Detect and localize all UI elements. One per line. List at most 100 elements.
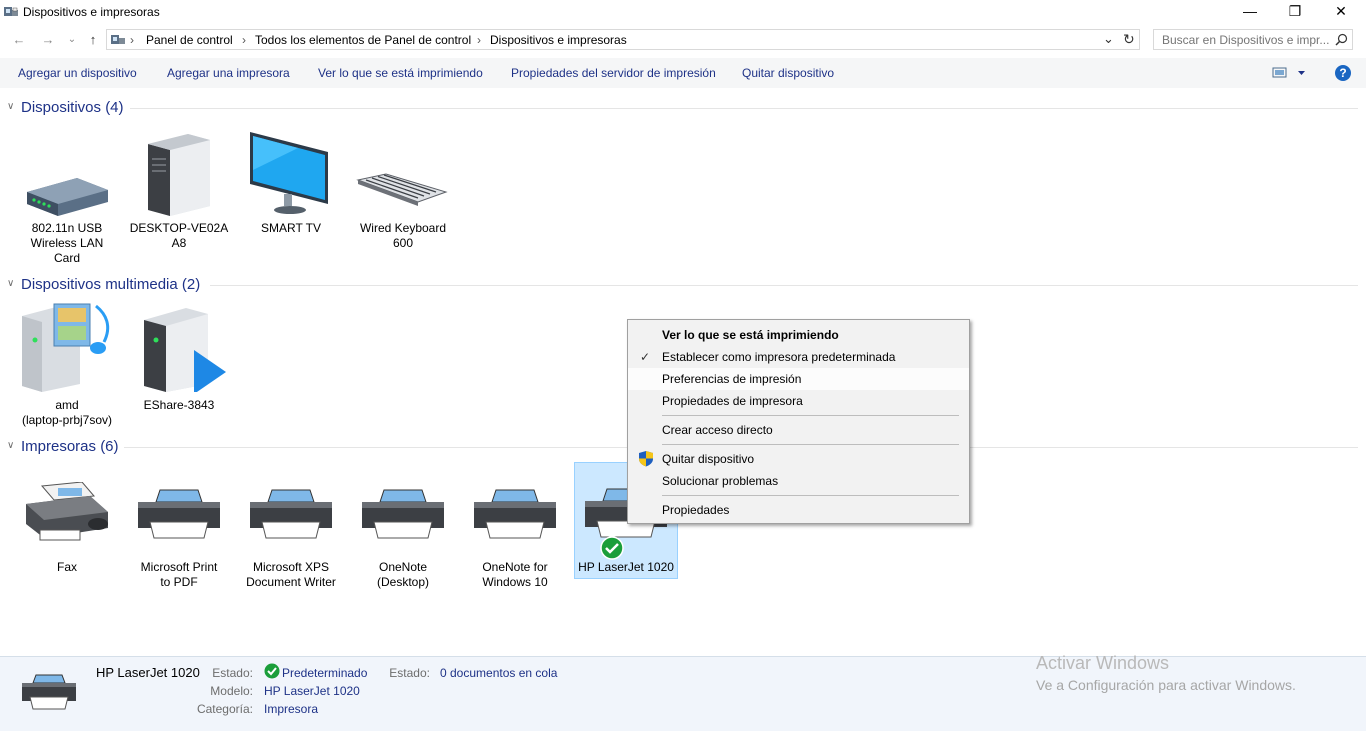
breadcrumb-separator: › [477,33,481,47]
add-printer-button[interactable]: Agregar una impresora [167,66,290,80]
media-tile-eshare[interactable]: EShare-3843 [126,300,232,430]
group-header-printers[interactable]: Impresoras (6) [21,438,119,455]
command-bar: Agregar un dispositivo Agregar una impre… [0,58,1366,88]
breadcrumb-all-items[interactable]: Todos los elementos de Panel de control [255,33,471,47]
address-row: ← → ⌄ ↑ › Panel de control › Todos los e… [0,26,1366,54]
printer-label: to PDF [160,575,198,589]
default-check-icon [264,663,280,679]
breadcrumb-separator: › [242,33,246,47]
breadcrumb-devices-printers[interactable]: Dispositivos e impresoras [490,33,627,47]
device-label: 600 [392,236,414,250]
device-label: Wired Keyboard [359,221,447,235]
device-tile-keyboard[interactable]: Wired Keyboard 600 [350,128,456,268]
device-label: A8 [171,236,187,250]
menu-item-see-printing[interactable]: Ver lo que se está imprimiendo [628,324,969,346]
fax-icon [26,482,108,541]
menu-item-troubleshoot[interactable]: Solucionar problemas [628,470,969,492]
details-category-value: Impresora [264,702,319,716]
details-model-label: Modelo: [210,684,253,698]
menu-item-properties[interactable]: Propiedades [628,499,969,521]
menu-item-printer-properties[interactable]: Propiedades de impresora [628,390,969,412]
printer-tile-fax[interactable]: Fax [14,462,120,586]
menu-separator [662,495,959,496]
menu-item-label: Propiedades de impresora [662,394,803,408]
checkmark-icon: ✓ [640,350,651,364]
details-model-value: HP LaserJet 1020 [264,684,360,698]
remove-device-button[interactable]: Quitar dispositivo [742,66,834,80]
wireless-adapter-icon [27,178,108,216]
printer-label: Document Writer [246,575,336,589]
menu-item-label: Propiedades [662,503,730,517]
address-dropdown-button[interactable]: ⌄ [1103,31,1114,47]
details-queue-label: Estado: [389,666,430,680]
default-check-icon [600,536,624,560]
group-header-multimedia[interactable]: Dispositivos multimedia (2) [21,276,200,293]
collapse-multimedia-chevron-icon[interactable]: ∨ [7,278,14,289]
device-label: (laptop-prbj7sov) [21,413,113,427]
device-label: SMART TV [260,221,322,235]
print-server-properties-button[interactable]: Propiedades del servidor de impresión [511,66,716,80]
breadcrumb-separator: › [130,33,134,47]
details-status-value: Predeterminado [282,666,368,680]
search-box[interactable] [1153,29,1353,50]
printer-label: Microsoft Print [140,560,218,574]
printer-icon [22,674,76,710]
menu-item-remove-device[interactable]: Quitar dispositivo [628,448,969,470]
see-printing-button[interactable]: Ver lo que se está imprimiendo [318,66,483,80]
menu-item-label: Crear acceso directo [662,423,773,437]
media-player-icon [144,308,226,392]
uac-shield-icon [639,451,653,467]
activation-watermark-text: Ve a Configuración para activar Windows. [1036,677,1296,693]
back-button[interactable]: ← [11,32,27,48]
keyboard-icon [356,173,448,206]
details-queue-value: 0 documentos en cola [440,666,558,680]
minimize-button[interactable]: — [1227,0,1273,24]
printer-icon [250,489,332,539]
device-tile-smart-tv[interactable]: SMART TV [238,128,344,268]
refresh-button[interactable]: ↻ [1123,31,1135,48]
forward-button[interactable]: → [40,32,56,48]
add-device-button[interactable]: Agregar un dispositivo [18,66,137,80]
printer-label: Microsoft XPS [252,560,330,574]
group-header-devices[interactable]: Dispositivos (4) [21,99,124,116]
group-divider [210,285,1358,286]
menu-item-label: Ver lo que se está imprimiendo [662,328,839,342]
details-category-label: Categoría: [196,702,253,716]
menu-item-create-shortcut[interactable]: Crear acceso directo [628,419,969,441]
menu-item-label: Solucionar problemas [662,474,779,488]
printer-tile-onenote-desktop[interactable]: OneNote (Desktop) [350,462,456,589]
address-bar[interactable]: › Panel de control › Todos los elementos… [106,29,1140,50]
search-icon[interactable] [1335,33,1348,46]
change-view-icon[interactable] [1272,67,1306,79]
printer-icon [138,489,220,539]
printer-tile-xps-writer[interactable]: Microsoft XPS Document Writer [238,462,344,589]
printer-icon [362,489,444,539]
restore-button[interactable]: ❐ [1272,0,1318,24]
media-tile-amd[interactable]: amd (laptop-prbj7sov) [14,300,120,430]
device-tile-desktop[interactable]: DESKTOP-VE02A A8 [126,128,232,268]
group-divider [130,108,1358,109]
printer-tile-print-to-pdf[interactable]: Microsoft Print to PDF [126,462,232,589]
breadcrumb-control-panel[interactable]: Panel de control [146,33,233,47]
collapse-devices-chevron-icon[interactable]: ∨ [7,101,14,112]
menu-item-label: Establecer como impresora predeterminada [662,350,896,364]
activation-watermark-title: Activar Windows [1036,653,1170,673]
printer-label: OneNote [378,560,428,574]
search-input[interactable] [1160,32,1334,48]
computer-tower-icon [148,134,210,216]
printer-label: Fax [56,560,77,574]
printer-tile-onenote-win10[interactable]: OneNote for Windows 10 [462,462,568,589]
window-title: Dispositivos e impresoras [23,5,160,19]
help-icon[interactable]: ? [1335,65,1351,81]
printer-label: Windows 10 [482,575,548,589]
media-server-icon [22,303,110,392]
title-bar: Dispositivos e impresoras — ❐ ✕ [0,0,1366,24]
menu-item-print-preferences[interactable]: Preferencias de impresión [628,368,969,390]
device-tile-wifi-card[interactable]: 802.11n USB Wireless LAN Card [14,128,120,268]
menu-item-label: Quitar dispositivo [662,452,755,466]
up-button[interactable]: ↑ [85,32,101,48]
menu-item-set-default[interactable]: ✓ Establecer como impresora predetermina… [628,346,969,368]
close-button[interactable]: ✕ [1318,0,1364,24]
collapse-printers-chevron-icon[interactable]: ∨ [7,440,14,451]
recent-locations-button[interactable]: ⌄ [64,32,80,48]
